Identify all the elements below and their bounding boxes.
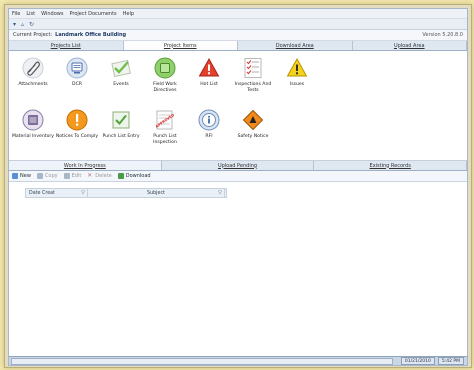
green-square-icon	[154, 57, 176, 79]
item-issues[interactable]: Issues	[275, 51, 319, 105]
info-icon	[198, 109, 220, 131]
edit-icon	[63, 173, 70, 179]
new-label: New	[20, 173, 31, 179]
status-message-area	[11, 357, 393, 365]
item-label: Issues	[289, 82, 305, 87]
monitor-icon	[66, 57, 88, 79]
status-time: 5:42 PM	[437, 357, 464, 365]
item-label: DCR	[72, 82, 82, 87]
status-date: 01/21/2010	[400, 357, 435, 365]
warning-yellow-icon	[286, 57, 308, 79]
item-label: Inspections And Tests	[234, 82, 272, 93]
menu-help[interactable]: Help	[123, 11, 134, 17]
delete-label: Delete	[95, 173, 112, 179]
item-rfi[interactable]: RFI	[187, 105, 231, 157]
exclamation-icon	[66, 109, 88, 131]
item-inspections-and-tests[interactable]: Inspections And Tests	[231, 51, 275, 105]
column-label: Subject	[147, 190, 165, 196]
menu-file[interactable]: File	[12, 11, 20, 17]
filter-icon[interactable]: ▽	[81, 190, 85, 196]
copy-icon	[36, 173, 43, 179]
item-safety-notice[interactable]: Safety Notice	[231, 105, 275, 157]
item-dcr[interactable]: DCR	[55, 51, 99, 105]
tab-upload-area[interactable]: Upload Area	[352, 41, 467, 50]
refresh-icon[interactable]: ↻	[29, 21, 34, 28]
main-window: File List Windows Project Documents Help…	[8, 8, 468, 366]
delete-icon: ✕	[87, 172, 93, 179]
checkmark-icon	[110, 57, 132, 79]
item-notices-to-comply[interactable]: Notices To Comply	[55, 105, 99, 157]
tab-projects-list[interactable]: Projects List	[9, 41, 124, 50]
quick-toolbar: ▾ ▵ ↻	[9, 19, 467, 30]
safety-diamond-icon	[242, 109, 264, 131]
menu-bar: File List Windows Project Documents Help	[9, 9, 467, 19]
new-button[interactable]: New	[12, 173, 31, 179]
item-label: Events	[113, 82, 129, 87]
tab-project-items[interactable]: Project Items	[123, 41, 238, 50]
item-punch-list-inspection[interactable]: APPROVED Punch List Inspection	[143, 105, 187, 157]
paperclip-icon	[22, 57, 44, 79]
item-attachments[interactable]: Attachments	[11, 51, 55, 105]
current-project-name: Landmark Office Building	[55, 32, 127, 38]
triangle-icon[interactable]: ▵	[21, 21, 24, 28]
download-label: Download	[125, 173, 151, 179]
approved-stamp-icon: APPROVED	[154, 109, 176, 131]
main-tabs: Projects List Project Items Download Are…	[9, 41, 467, 51]
checklist-icon	[242, 57, 264, 79]
filter-icon[interactable]: ▽	[218, 190, 222, 196]
action-toolbar: New Copy Edit ✕ Delete Download	[9, 171, 467, 182]
item-label: Punch List Inspection	[153, 134, 177, 145]
item-label: Hot List	[200, 82, 218, 87]
records-grid: Date Creat ▽ Subject ▽	[9, 187, 467, 348]
menu-list[interactable]: List	[26, 11, 35, 17]
edit-button[interactable]: Edit	[63, 173, 82, 179]
tab-existing-records[interactable]: Existing Records	[314, 161, 467, 170]
item-field-work-directives[interactable]: Field Work Directives	[143, 51, 187, 105]
item-hot-list[interactable]: Hot List	[187, 51, 231, 105]
item-label: Punch List Entry	[102, 134, 140, 139]
menu-project-documents[interactable]: Project Documents	[69, 11, 116, 17]
item-punch-list-entry[interactable]: Punch List Entry	[99, 105, 143, 157]
tab-upload-pending[interactable]: Upload Pending	[162, 161, 315, 170]
column-label: Date Creat	[29, 190, 55, 196]
items-row-2: Material Inventory Notices To Comply Pun…	[9, 105, 467, 157]
new-icon	[12, 173, 18, 179]
project-bar: Current Project: Landmark Office Buildin…	[9, 30, 467, 41]
item-label: Field Work Directives	[153, 82, 177, 93]
item-events[interactable]: Events	[99, 51, 143, 105]
copy-button[interactable]: Copy	[36, 173, 58, 179]
project-items-panel: Attachments DCR Events Field Work Direct…	[9, 51, 467, 161]
inventory-icon	[22, 109, 44, 131]
column-date-created[interactable]: Date Creat ▽	[26, 189, 88, 197]
column-subject[interactable]: Subject ▽	[88, 189, 225, 197]
copy-label: Copy	[44, 173, 58, 179]
items-row-1: Attachments DCR Events Field Work Direct…	[9, 51, 467, 105]
status-bar: 01/21/2010 5:42 PM	[9, 356, 467, 365]
download-button[interactable]: Download	[117, 173, 151, 179]
item-material-inventory[interactable]: Material Inventory	[11, 105, 55, 157]
tab-download-area[interactable]: Download Area	[238, 41, 353, 50]
delete-button[interactable]: ✕ Delete	[87, 172, 112, 180]
item-label: Safety Notice	[237, 134, 269, 139]
version-label: Version 5.20.8.0	[422, 32, 463, 38]
edit-label: Edit	[71, 173, 82, 179]
item-label: Notices To Comply	[55, 134, 99, 139]
record-tabs: Work In Progress Upload Pending Existing…	[9, 161, 467, 171]
punch-entry-icon	[110, 109, 132, 131]
warning-red-icon	[198, 57, 220, 79]
grid-header: Date Creat ▽ Subject ▽	[25, 188, 227, 198]
item-label: RFI	[205, 134, 213, 139]
app-frame: File List Windows Project Documents Help…	[4, 4, 472, 368]
current-project-label: Current Project:	[13, 32, 53, 38]
download-icon	[117, 173, 124, 179]
item-label: Attachments	[18, 82, 48, 87]
item-label: Material Inventory	[11, 134, 55, 139]
filter-icon[interactable]: ▾	[13, 21, 16, 28]
tab-work-in-progress[interactable]: Work In Progress	[9, 161, 162, 170]
menu-windows[interactable]: Windows	[41, 11, 63, 17]
